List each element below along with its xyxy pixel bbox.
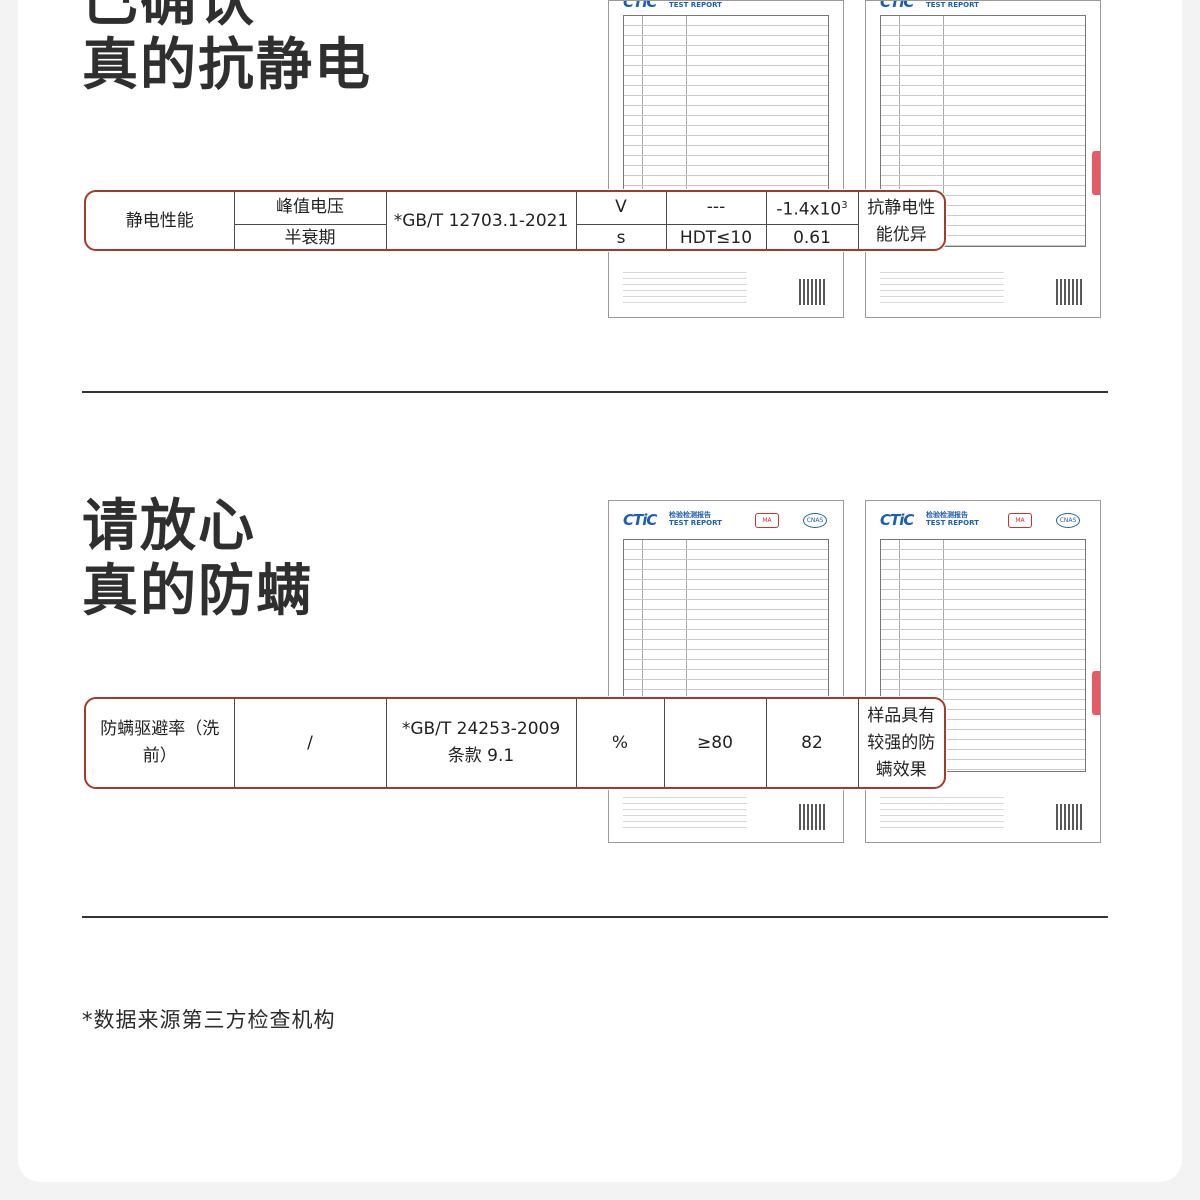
ctic-logo: CTiC (623, 511, 657, 529)
cma-cert-icon: MA (1008, 513, 1032, 528)
anti-mite-result-table: 防螨驱避率（洗 前） / *GB/T 24253-2009 条款 9.1 % ≥80… (84, 697, 946, 789)
requirement-cell: --- (665, 192, 767, 225)
cma-cert-icon: MA (755, 513, 779, 528)
result-cell: 0.61 (765, 223, 858, 249)
report-logo-sub: 检验检测报告TEST REPORT (926, 511, 979, 527)
requirement-cell: HDT≤10 (665, 223, 767, 249)
section2-title-line2: 真的防螨 (82, 559, 314, 624)
ctic-logo: CTiC (623, 0, 657, 11)
red-seal-stamp (1092, 671, 1100, 715)
section1-title-line1: 已确认 (82, 0, 256, 34)
qr-code-icon (799, 279, 825, 305)
test-item-cell: 防螨驱避率（洗 前） (86, 699, 235, 787)
ctic-logo: CTiC (880, 511, 914, 529)
red-seal-stamp (1092, 151, 1100, 195)
conclusion-cell: 样品具有 较强的防 螨效果 (857, 699, 944, 787)
report-logo-sub: 检验检测报告TEST REPORT (669, 511, 722, 527)
unit-cell: V (575, 192, 667, 225)
test-report-image: CTiC 检验检测报告TEST REPORT (865, 0, 1101, 318)
section1-title-line2: 真的抗静电 (82, 33, 372, 98)
section-divider (82, 391, 1108, 393)
report-logo-sub: 检验检测报告TEST REPORT (669, 1, 722, 9)
sub-item-cell: 峰值电压 (233, 192, 387, 225)
test-item-cell: 静电性能 (86, 192, 235, 249)
report-logo-sub: 检验检测报告TEST REPORT (926, 1, 979, 9)
result-cell: 82 (765, 699, 859, 787)
qr-code-icon (799, 804, 825, 830)
section-divider (82, 916, 1108, 918)
page: 已确认 真的抗静电 CTiC 检验检测报告TEST REPORT CTiC 检验… (18, 0, 1182, 1182)
sub-item-cell: / (233, 699, 387, 787)
test-report-image: CTiC 检验检测报告 TEST REPORT MA CNAS (865, 500, 1101, 843)
unit-cell: % (575, 699, 665, 787)
conclusion-cell: 抗静电性 能优异 (857, 192, 944, 249)
ctic-logo: CTiC (880, 0, 914, 11)
test-report-image: CTiC 检验检测报告TEST REPORT (608, 0, 844, 318)
unit-cell: s (575, 223, 667, 249)
qr-code-icon (1056, 279, 1082, 305)
sub-item-cell: 半衰期 (234, 223, 387, 249)
section2-title-line1: 请放心 (82, 494, 256, 559)
cnas-cert-icon: CNAS (803, 513, 827, 528)
qr-code-icon (1056, 804, 1082, 830)
data-source-footnote: *数据来源第三方检查机构 (82, 1008, 336, 1032)
standard-cell: *GB/T 12703.1-2021 (385, 192, 577, 249)
cnas-cert-icon: CNAS (1056, 513, 1080, 528)
standard-cell: *GB/T 24253-2009 条款 9.1 (385, 699, 577, 787)
antistatic-result-table: 静电性能 峰值电压 *GB/T 12703.1-2021 V --- -1.4x… (84, 190, 946, 251)
test-report-image: CTiC 检验检测报告 TEST REPORT MA CNAS (608, 500, 844, 843)
result-cell: -1.4x103 (765, 192, 859, 225)
requirement-cell: ≥80 (663, 699, 767, 787)
